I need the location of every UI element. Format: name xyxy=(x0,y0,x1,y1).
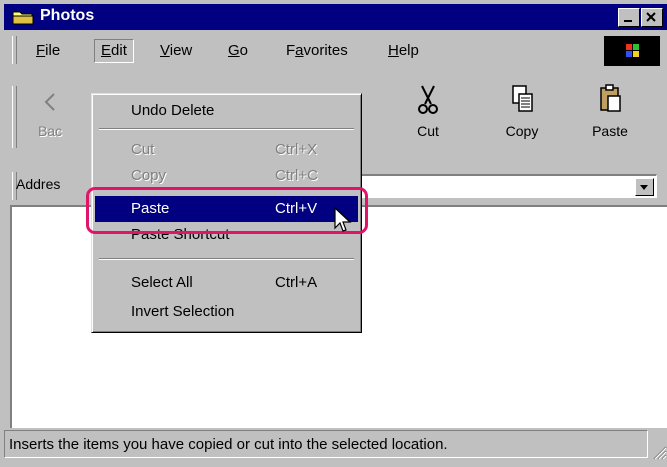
scissors-icon xyxy=(418,85,438,114)
back-arrow-icon xyxy=(44,93,55,111)
menu-go[interactable]: Go xyxy=(228,39,248,63)
cut-button[interactable]: Cut xyxy=(398,82,458,139)
windows-logo xyxy=(604,36,660,66)
explorer-window: Photos File Edit View Go Favorites Help xyxy=(0,0,667,467)
menu-separator xyxy=(99,258,354,260)
menu-separator xyxy=(99,128,354,130)
address-label: Addres xyxy=(16,176,61,192)
status-bar: Inserts the items you have copied or cut… xyxy=(4,430,667,460)
title-bar[interactable]: Photos xyxy=(4,4,667,30)
menu-view[interactable]: View xyxy=(160,39,192,63)
copy-button[interactable]: Copy xyxy=(492,82,552,139)
paste-button[interactable]: Paste xyxy=(580,82,640,139)
copy-icon xyxy=(512,85,533,112)
status-text: Inserts the items you have copied or cut… xyxy=(4,430,648,458)
resize-grip-icon[interactable] xyxy=(649,442,667,460)
chevron-down-icon xyxy=(640,185,648,190)
highlight-callout xyxy=(86,187,368,234)
minimize-button[interactable] xyxy=(618,8,640,27)
mouse-pointer-icon xyxy=(334,207,352,232)
menu-item-undo-delete[interactable]: Undo Delete xyxy=(95,98,358,124)
windows-flag-icon xyxy=(626,44,639,57)
menu-item-cut[interactable]: Cut Ctrl+X xyxy=(95,137,358,163)
menu-item-copy[interactable]: Copy Ctrl+C xyxy=(95,163,358,189)
close-button[interactable] xyxy=(641,8,663,27)
menu-help[interactable]: Help xyxy=(388,39,419,63)
address-dropdown-button[interactable] xyxy=(635,178,654,196)
folder-icon xyxy=(12,11,34,25)
toolbar-grip[interactable] xyxy=(12,86,17,148)
menu-bar: File Edit View Go Favorites Help xyxy=(4,32,667,66)
close-icon xyxy=(646,12,656,22)
back-button[interactable]: Bac xyxy=(20,82,80,139)
menu-edit[interactable]: Edit xyxy=(94,39,134,63)
menubar-grip[interactable] xyxy=(12,36,17,64)
menu-item-invert-selection[interactable]: Invert Selection xyxy=(95,299,358,325)
minimize-icon xyxy=(624,20,632,22)
window-title: Photos xyxy=(40,7,95,24)
clipboard-icon xyxy=(600,84,621,112)
menu-item-select-all[interactable]: Select All Ctrl+A xyxy=(95,270,358,296)
menu-file[interactable]: File xyxy=(36,39,60,63)
menu-favorites[interactable]: Favorites xyxy=(286,39,348,63)
